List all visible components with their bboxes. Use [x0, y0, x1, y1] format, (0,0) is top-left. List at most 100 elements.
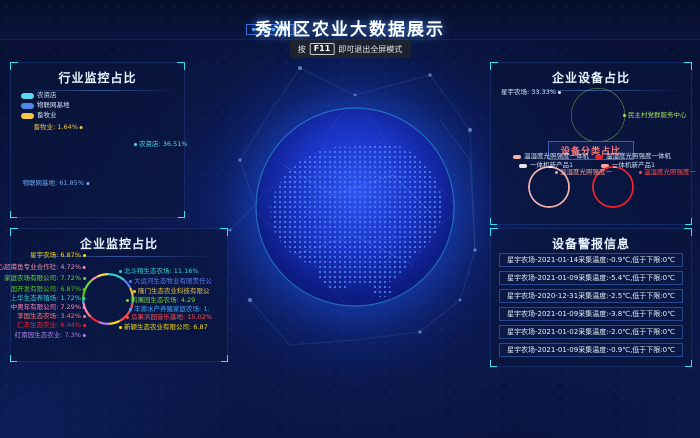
chart-callout-label: 红南园生态农业: 7.3%: [15, 331, 86, 339]
legend-item[interactable]: 畜牧业: [21, 112, 70, 119]
chart-callout-label: 李国生态农场: 3.42%: [17, 312, 86, 320]
callout-text: 心超甫鱼专业合作社: 4.72%: [0, 263, 81, 271]
legend-swatch: [21, 113, 34, 119]
legend-swatch: [21, 93, 34, 99]
alarm-row: 星宇农场-2020-12-31采集温度:-2.5℃,低于下限:0℃: [499, 289, 683, 303]
callout-dot: [126, 316, 129, 319]
chart-callout-label: 温湿度光照强度一: [555, 168, 612, 176]
legend-item[interactable]: 农资店: [21, 92, 70, 99]
callout-text: 畜牧业: 1.64%: [34, 123, 78, 131]
chart-callout-label: 仁丰生态农业: 6.44%: [17, 321, 86, 329]
legend-label: 物联网基地: [37, 102, 70, 109]
chart-callout-label: 民主村党群服务中心: [623, 111, 687, 119]
legend-label: 温湿度光照强度一体机: [606, 153, 671, 160]
callout-text: 大运河生态牧业有限责任公: [134, 277, 212, 285]
callout-dot: [126, 299, 129, 302]
callout-text: 新颖生态农业有限公司: 6.87: [124, 323, 208, 331]
device-donut-chart[interactable]: [571, 88, 625, 142]
callout-text: 温湿度光照强度一: [644, 168, 696, 176]
legend-swatch: [513, 155, 521, 159]
callout-text: 星宇农场: 6.87%: [30, 251, 81, 259]
corner-decoration: [490, 218, 497, 225]
callout-text: 国开发有限公司: 6.87%: [11, 285, 81, 293]
callout-dot: [129, 308, 132, 311]
callout-dot: [623, 114, 626, 117]
tooltip-prefix: 按: [298, 44, 306, 55]
callout-text: 中奥年有限公司: 7.29%: [11, 303, 81, 311]
panel-industry-ratio: 行业监控占比 农资店物联网基地畜牧业 畜牧业: 1.64% 农资店: 36.51%…: [10, 62, 185, 218]
callout-dot: [83, 288, 86, 291]
panel-title-industry: 行业监控占比: [11, 69, 184, 86]
callout-text: 丰源水产养殖家庭农场: 1.: [134, 305, 209, 313]
globe: [253, 105, 457, 309]
fullscreen-tooltip: 按 F11 即可退出全屏模式: [290, 40, 411, 58]
callout-dot: [639, 171, 642, 174]
chart-callout-label: 上华生态养殖场: 1.72%: [11, 294, 86, 302]
callout-dot: [83, 297, 86, 300]
callout-dot: [80, 126, 83, 129]
callout-dot: [83, 324, 86, 327]
corner-decoration: [178, 211, 185, 218]
callout-dot: [83, 254, 86, 257]
chart-callout-label: 农资店: 36.51%: [134, 140, 188, 148]
chart-callout-label: 畜牧业: 1.64%: [34, 123, 83, 131]
callout-dot: [133, 290, 136, 293]
legend-item[interactable]: 温湿度光照强度一体机: [513, 153, 589, 160]
chart-callout-label: 中奥年有限公司: 7.29%: [11, 303, 86, 311]
corner-decoration: [10, 355, 17, 362]
callout-text: 李国生态农场: 3.42%: [17, 312, 81, 320]
callout-text: 红南园生态农业: 7.3%: [15, 331, 81, 339]
chart-callout-label: 温湿度光照强度一: [639, 168, 696, 176]
corner-decoration: [685, 218, 692, 225]
callout-dot: [129, 280, 132, 283]
legend-label: 畜牧业: [37, 112, 57, 119]
chart-callout-label: 星宇农场: 33.33%: [501, 88, 561, 96]
callout-dot: [134, 143, 137, 146]
chart-callout-label: 鸭嘴园生态农场: 4.29: [126, 296, 195, 304]
tooltip-suffix: 即可退出全屏模式: [338, 44, 402, 55]
callout-dot: [119, 326, 122, 329]
callout-text: 温湿度光照强度一: [560, 168, 612, 176]
corner-decoration: [10, 211, 17, 218]
legend-swatch: [21, 103, 34, 109]
legend-item[interactable]: 物联网基地: [21, 102, 70, 109]
industry-chart-legend: 农资店物联网基地畜牧业: [21, 89, 70, 119]
corner-decoration: [221, 355, 228, 362]
chart-callout-label: 家庭农场有限公司: 7.72%: [4, 274, 86, 282]
panel-device-ratio: 企业设备占比 设备分类占比 温湿度光照强度一体机一体机新产品1 温湿度光照强度一…: [490, 62, 692, 225]
callout-text: 物联网基地: 61.85%: [22, 179, 84, 187]
legend-swatch: [519, 164, 527, 168]
alarm-row: 星宇农场-2021-01-02采集温度:-2.0℃,低于下限:0℃: [499, 325, 683, 339]
alarm-row: 星宇农场-2021-01-09采集温度:-3.8℃,低于下限:0℃: [499, 307, 683, 321]
callout-dot: [83, 266, 86, 269]
corner-decoration: [490, 360, 497, 367]
callout-dot: [83, 306, 86, 309]
callout-text: 隆门生态农业科技有限公: [138, 287, 210, 295]
legend-item[interactable]: 温湿度光照强度一体机: [595, 153, 671, 160]
chart-callout-label: 新颖生态农业有限公司: 6.87: [119, 323, 208, 331]
callout-text: 仁丰生态农业: 6.44%: [17, 321, 81, 329]
industry-donut-chart[interactable]: [69, 138, 127, 196]
dashboard-screen: 秀洲区农业大数据展示 按 F11 即可退出全屏模式 行业监控占比 农资店物联网基…: [0, 0, 700, 438]
alarm-row: 星宇农场-2021-01-09采集温度:-0.9℃,低于下限:0℃: [499, 343, 683, 357]
chart-callout-label: 丰源水产养殖家庭农场: 1.: [129, 305, 209, 313]
callout-text: 瓜果浜园音乐基地: 15.02%: [131, 313, 212, 321]
callout-dot: [83, 277, 86, 280]
legend-label: 农资店: [37, 92, 57, 99]
alarm-row: 星宇农场-2021-01-09采集温度:-5.4℃,低于下限:0℃: [499, 271, 683, 285]
chart-callout-label: 星宇农场: 6.87%: [30, 251, 86, 259]
callout-dot: [555, 171, 558, 174]
chart-callout-label: 瓜果浜园音乐基地: 15.02%: [126, 313, 212, 321]
legend-swatch: [595, 155, 603, 159]
chart-callout-label: 心超甫鱼专业合作社: 4.72%: [0, 263, 86, 271]
callout-dot: [86, 182, 89, 185]
chart-callout-label: 隆门生态农业科技有限公: [133, 287, 210, 295]
corner-decoration: [685, 360, 692, 367]
callout-dot: [83, 334, 86, 337]
callout-dot: [83, 315, 86, 318]
callout-dot: [119, 270, 122, 273]
callout-text: 鸭嘴园生态农场: 4.29: [131, 296, 195, 304]
alarm-list: 星宇农场-2021-01-14采集温度:-0.9℃,低于下限:0℃星宇农场-20…: [491, 249, 691, 357]
callout-text: 上华生态养殖场: 1.72%: [11, 294, 81, 302]
callout-text: 北斗翔生态农场: 11.16%: [124, 267, 199, 275]
